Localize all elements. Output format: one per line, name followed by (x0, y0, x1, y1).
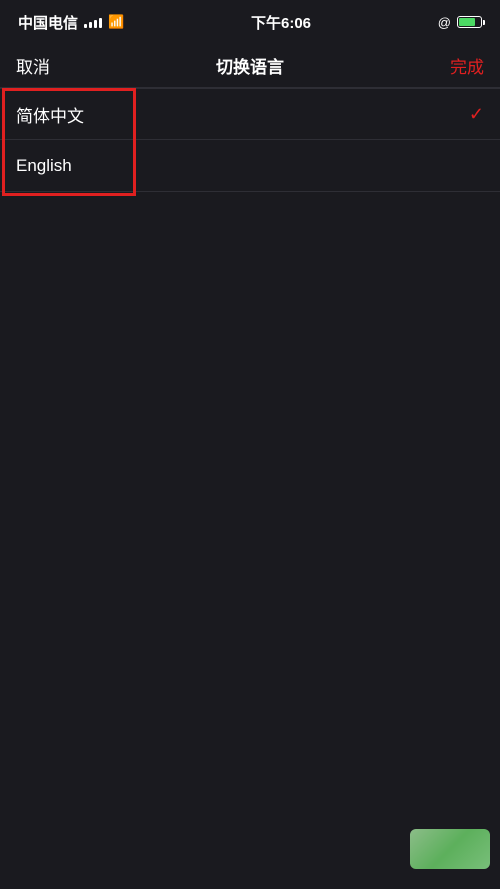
bottom-watermark (410, 829, 490, 869)
status-bar: 中国电信 📶 下午6:06 @ (0, 0, 500, 44)
status-bar-left: 中国电信 📶 (18, 12, 124, 33)
language-item-chinese[interactable]: 简体中文 ✓ (0, 88, 500, 140)
hotspot-icon: @ (438, 15, 451, 30)
language-item-english[interactable]: English (0, 140, 500, 192)
language-label-chinese: 简体中文 (16, 102, 84, 127)
carrier-label: 中国电信 (18, 12, 78, 33)
content: 简体中文 ✓ English (0, 88, 500, 192)
time-label: 下午6:06 (251, 12, 311, 33)
checkmark-icon: ✓ (469, 104, 484, 125)
done-button[interactable]: 完成 (424, 53, 484, 78)
status-bar-right: @ (438, 15, 482, 30)
battery-container (457, 16, 482, 28)
signal-icon (84, 16, 102, 28)
nav-bar: 取消 切换语言 完成 (0, 44, 500, 88)
wifi-icon: 📶 (108, 14, 124, 30)
nav-title: 切换语言 (216, 53, 284, 78)
cancel-button[interactable]: 取消 (16, 53, 76, 78)
language-list: 简体中文 ✓ English (0, 88, 500, 192)
language-label-english: English (16, 156, 72, 176)
battery-fill (459, 18, 475, 26)
battery-icon (457, 16, 482, 28)
